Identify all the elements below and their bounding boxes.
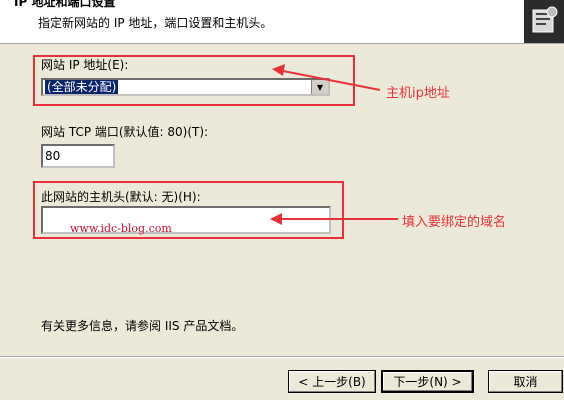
back-button[interactable]: < 上一步(B) — [288, 370, 376, 393]
button-divider — [0, 356, 564, 358]
ip-arrow-head — [272, 64, 285, 76]
ip-annotation: 主机ip地址 — [386, 86, 450, 101]
host-arrow-head — [270, 213, 282, 225]
ip-arrow-line — [277, 69, 381, 91]
next-button[interactable]: 下一步(N) > — [381, 370, 474, 393]
cancel-button[interactable]: 取消 — [488, 370, 563, 393]
annotation-arrows — [270, 64, 398, 225]
host-annotation: 填入要绑定的域名 — [402, 215, 507, 230]
